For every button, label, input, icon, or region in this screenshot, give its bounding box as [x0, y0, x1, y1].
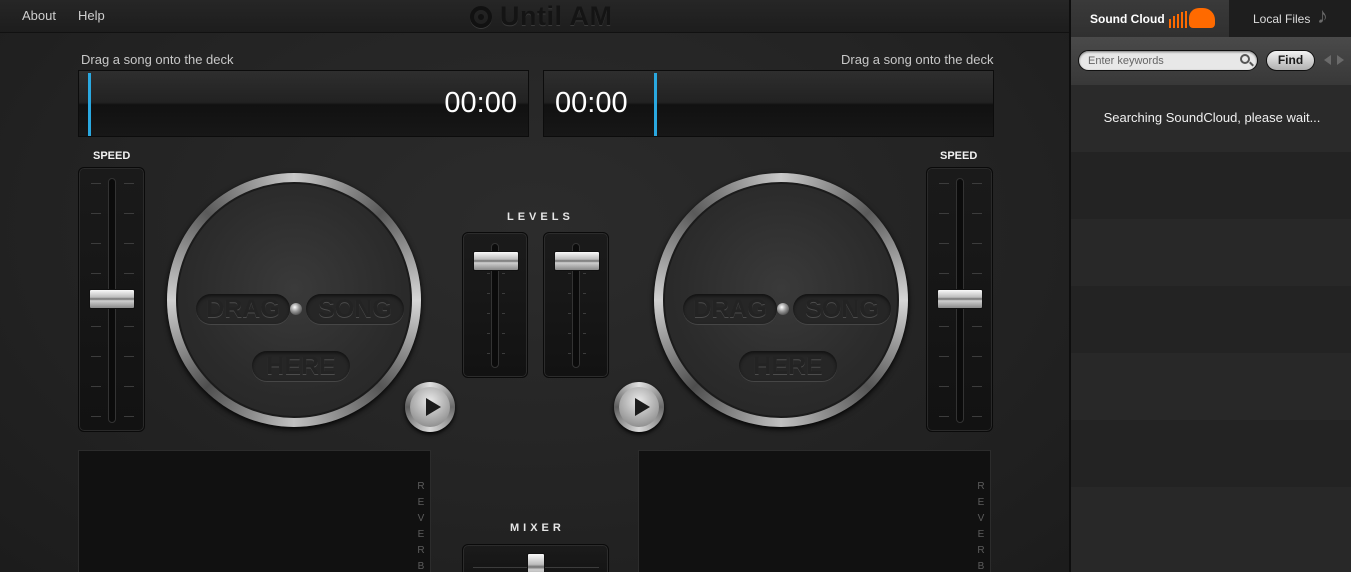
play-icon: [426, 398, 441, 416]
soundcloud-icon: [1169, 8, 1215, 28]
right-level-fader[interactable]: [543, 232, 609, 378]
help-menu[interactable]: Help: [78, 8, 105, 23]
search-field[interactable]: [1078, 50, 1258, 71]
right-waveform[interactable]: 00:00: [543, 70, 994, 137]
here-label: HERE: [739, 351, 837, 381]
list-item: [1071, 286, 1351, 353]
left-waveform[interactable]: 00:00: [78, 70, 529, 137]
playhead-cursor[interactable]: [88, 73, 91, 136]
spindle: [290, 303, 302, 315]
song-label: SONG: [306, 294, 404, 324]
dj-app: About Help Until AM Drag a song onto the…: [0, 0, 1069, 572]
here-label: HERE: [252, 351, 350, 381]
right-deck-hint: Drag a song onto the deck: [841, 52, 994, 67]
right-turntable[interactable]: DRAG SONG HERE: [654, 173, 908, 427]
left-level-knob[interactable]: [473, 251, 519, 271]
left-play-button[interactable]: [405, 382, 455, 432]
list-item: [1071, 219, 1351, 286]
reverb-label: REV ERB: [977, 481, 985, 572]
right-speed-slider[interactable]: [926, 167, 993, 432]
top-bar: About Help Until AM: [0, 0, 1069, 33]
left-speed-slider[interactable]: [78, 167, 145, 432]
left-speed-label: SPEED: [93, 150, 131, 162]
list-item: [1071, 420, 1351, 487]
drag-label: DRAG: [683, 294, 777, 324]
left-turntable[interactable]: DRAG SONG HERE: [167, 173, 421, 427]
right-time-display: 00:00: [555, 87, 628, 119]
right-play-button[interactable]: [614, 382, 664, 432]
library-tabs: Sound Cloud Local Files ♪: [1071, 0, 1351, 37]
crossfader[interactable]: [462, 544, 609, 572]
next-arrow-icon[interactable]: [1337, 55, 1344, 65]
playhead-cursor[interactable]: [654, 73, 657, 136]
spindle: [777, 303, 789, 315]
levels-label: LEVELS: [507, 211, 574, 223]
right-level-knob[interactable]: [554, 251, 600, 271]
list-item: [1071, 487, 1351, 572]
search-status: Searching SoundCloud, please wait...: [1103, 110, 1321, 125]
song-label: SONG: [793, 294, 891, 324]
left-level-fader[interactable]: [462, 232, 528, 378]
prev-arrow-icon[interactable]: [1324, 55, 1331, 65]
mixer-label: MIXER: [510, 522, 565, 534]
right-speed-knob[interactable]: [937, 289, 983, 309]
reverb-label: REV ERB: [417, 481, 425, 572]
tab-local-files[interactable]: Local Files ♪: [1229, 0, 1351, 37]
find-button[interactable]: Find: [1266, 50, 1315, 71]
tab-soundcloud-label: Sound Cloud: [1090, 11, 1165, 26]
left-reverb-pad[interactable]: REV ERB: [78, 450, 431, 572]
app-logo: Until AM: [470, 0, 612, 33]
play-icon: [635, 398, 650, 416]
left-speed-knob[interactable]: [89, 289, 135, 309]
library-panel: Sound Cloud Local Files ♪ Find S: [1069, 0, 1351, 572]
tab-local-files-label: Local Files: [1253, 11, 1311, 26]
about-menu[interactable]: About: [22, 8, 56, 23]
right-reverb-pad[interactable]: REV ERB: [638, 450, 991, 572]
search-input[interactable]: [1088, 53, 1233, 68]
list-item: [1071, 353, 1351, 420]
search-icon[interactable]: [1240, 54, 1250, 64]
drag-label: DRAG: [196, 294, 290, 324]
tab-soundcloud[interactable]: Sound Cloud: [1071, 0, 1229, 37]
music-note-add-icon: ♪: [1317, 3, 1328, 28]
left-deck-hint: Drag a song onto the deck: [81, 52, 234, 67]
vinyl-record-icon: [470, 5, 492, 28]
app-title: Until AM: [500, 1, 613, 31]
crossfader-knob[interactable]: [527, 553, 545, 572]
right-speed-label: SPEED: [940, 150, 978, 162]
search-bar: Find: [1071, 37, 1351, 87]
left-time-display: 00:00: [444, 87, 517, 119]
list-item: [1071, 152, 1351, 219]
